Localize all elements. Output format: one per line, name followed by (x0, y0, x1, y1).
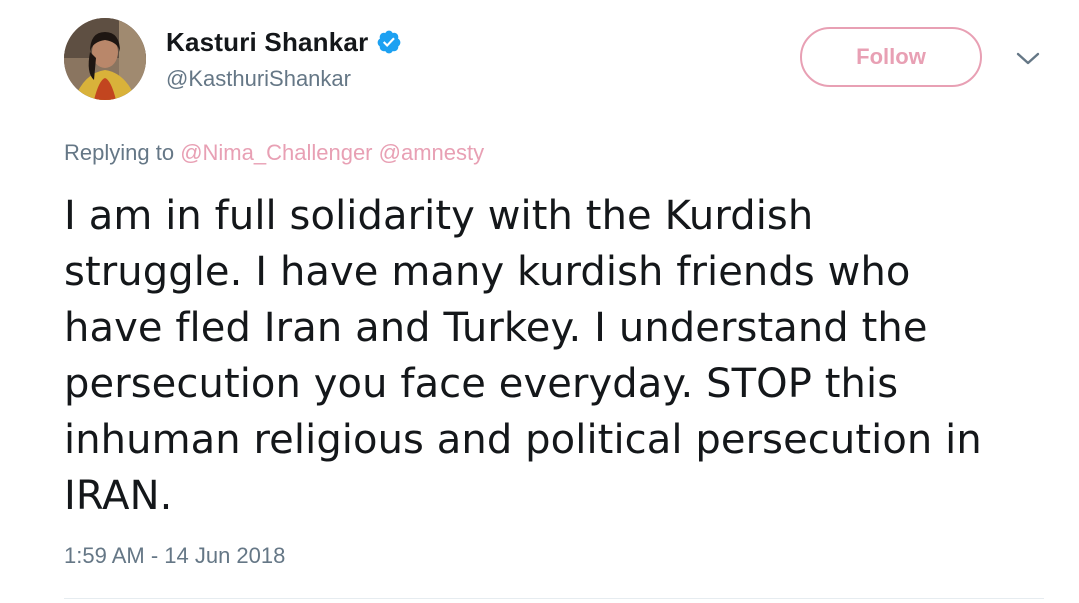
profile-photo-icon (64, 18, 146, 100)
tweet-text: I am in full solidarity with the Kurdish… (64, 188, 1054, 524)
tweet-text-line: IRAN. (64, 473, 173, 519)
author-display-name[interactable]: Kasturi Shankar (166, 27, 368, 58)
mention-link-nima-challenger[interactable]: @Nima_Challenger (180, 140, 372, 165)
avatar[interactable] (64, 18, 146, 100)
tweet-text-line: I am in full solidarity with the Kurdish (64, 193, 814, 239)
mention-link-amnesty[interactable]: @amnesty (379, 140, 484, 165)
tweet-text-line: persecution you face everyday. STOP this (64, 361, 899, 407)
tweet-card: Kasturi Shankar @KasthuriShankar Follow … (0, 0, 1079, 603)
tweet-timestamp[interactable]: 1:59 AM - 14 Jun 2018 (64, 543, 285, 569)
tweet-text-line: inhuman religious and political persecut… (64, 417, 982, 463)
verified-badge-icon (376, 29, 402, 55)
author-handle[interactable]: @KasthuriShankar (166, 66, 351, 92)
divider (64, 598, 1044, 599)
reply-context: Replying to @Nima_Challenger @amnesty (64, 140, 484, 166)
follow-button[interactable]: Follow (800, 27, 982, 87)
reply-prefix: Replying to (64, 140, 175, 165)
tweet-text-line: struggle. I have many kurdish friends wh… (64, 249, 911, 295)
author-name-row[interactable]: Kasturi Shankar (166, 26, 402, 58)
chevron-down-icon[interactable] (1014, 48, 1042, 68)
tweet-text-line: have fled Iran and Turkey. I understand … (64, 305, 928, 351)
